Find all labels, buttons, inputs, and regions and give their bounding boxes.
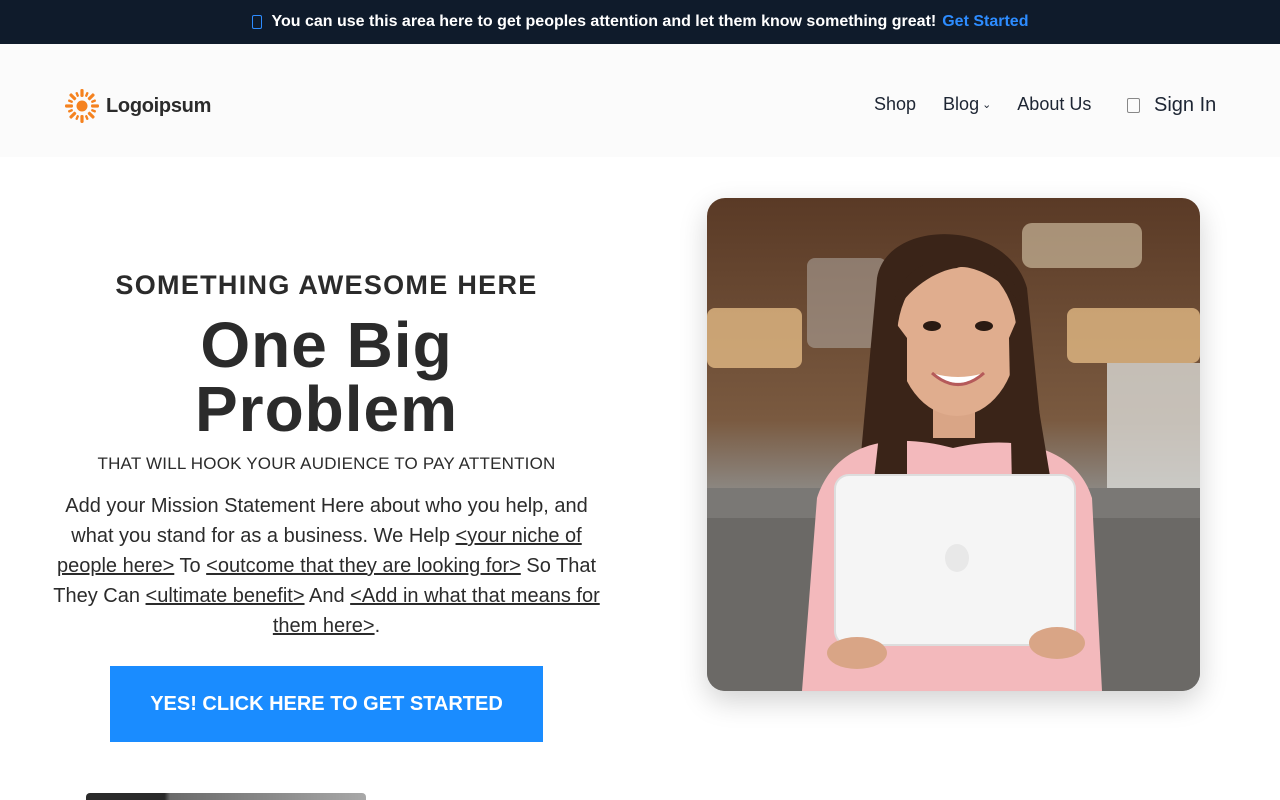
announcement-bar: You can use this area here to get people… xyxy=(0,0,1280,44)
sun-logo-icon xyxy=(65,89,99,123)
hero-headline: One Big Problem xyxy=(40,313,613,441)
bell-icon xyxy=(251,15,262,29)
mission-statement: Add your Mission Statement Here about wh… xyxy=(46,491,607,641)
announcement-text: You can use this area here to get people… xyxy=(271,13,937,30)
mission-text: To xyxy=(174,555,207,577)
mission-text: And xyxy=(304,585,351,607)
sign-in-link[interactable]: Sign In xyxy=(1127,94,1216,117)
outcome-link[interactable]: <outcome that they are looking for> xyxy=(206,555,521,577)
nav-item-about-us[interactable]: About Us xyxy=(1017,94,1091,115)
site-header: Logoipsum Shop Blog ⌄ About Us Sign In xyxy=(0,44,1280,157)
hero-photo xyxy=(707,198,1200,691)
get-started-button[interactable]: YES! CLICK HERE TO GET STARTED xyxy=(110,666,543,742)
nav-item-blog-label: Blog xyxy=(943,94,980,114)
sign-in-label: Sign In xyxy=(1154,94,1217,116)
hero-subhead: THAT WILL HOOK YOUR AUDIENCE TO PAY ATTE… xyxy=(97,454,556,473)
chevron-down-icon: ⌄ xyxy=(982,99,992,111)
nav-item-shop[interactable]: Shop xyxy=(874,94,916,115)
hero-headline-line2: Problem xyxy=(194,373,459,445)
woman-with-laptop-image xyxy=(707,198,1200,691)
nav-item-blog[interactable]: Blog ⌄ xyxy=(943,94,991,115)
video-thumbnail[interactable] xyxy=(86,793,366,800)
hero-eyebrow: SOMETHING AWESOME HERE xyxy=(115,270,538,300)
logo-text: Logoipsum xyxy=(106,94,212,117)
main-nav: Shop Blog ⌄ About Us xyxy=(874,94,1091,115)
hero-headline-line1: One Big xyxy=(200,309,453,381)
user-icon xyxy=(1127,98,1140,113)
benefit-link[interactable]: <ultimate benefit> xyxy=(146,585,305,607)
logo[interactable]: Logoipsum xyxy=(64,88,211,124)
mission-text: . xyxy=(374,615,381,637)
get-started-link[interactable]: Get Started xyxy=(942,13,1028,31)
